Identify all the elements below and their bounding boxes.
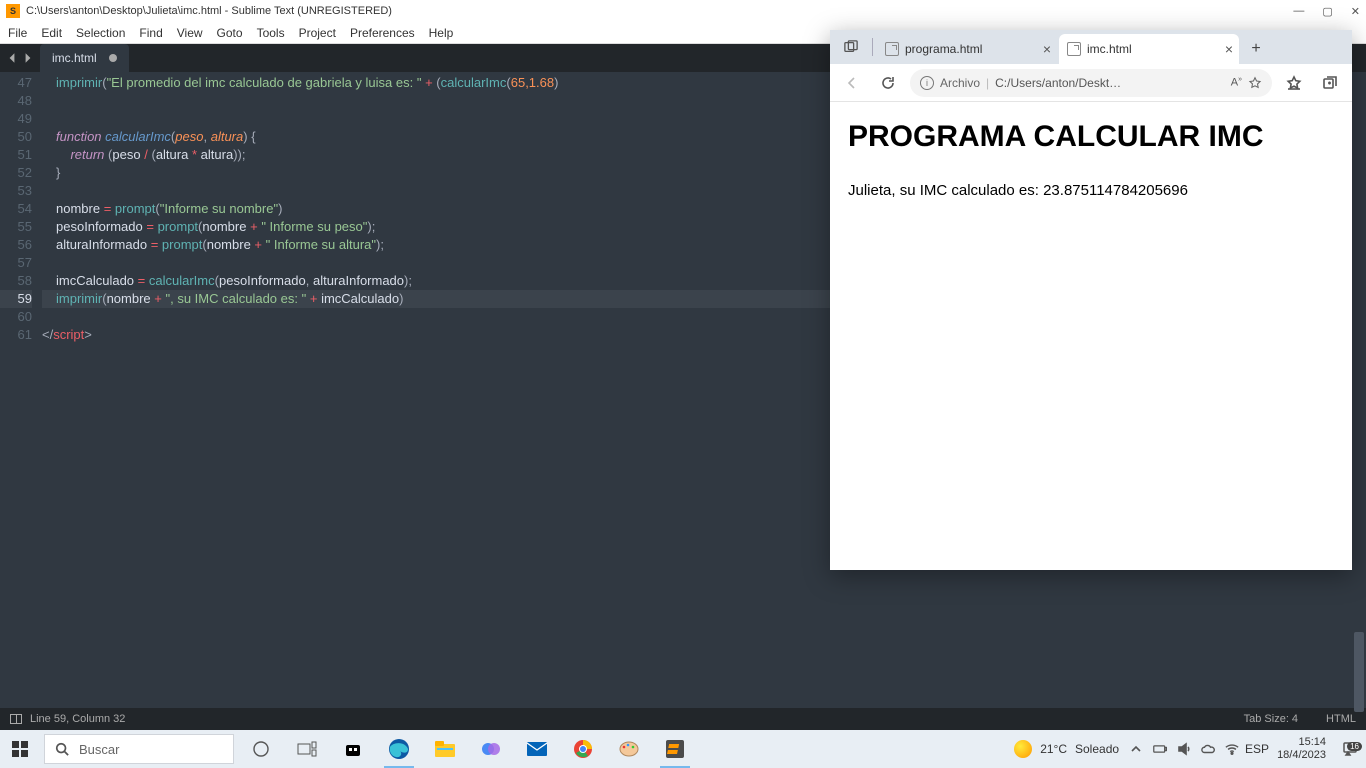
arrow-right-icon[interactable]: [22, 52, 34, 64]
favorites-button[interactable]: [1280, 69, 1308, 97]
back-button[interactable]: [838, 69, 866, 97]
system-tray: [1129, 742, 1239, 756]
tab-label: programa.html: [905, 42, 982, 56]
page-heading: PROGRAMA CALCULAR IMC: [848, 120, 1334, 154]
volume-icon[interactable]: [1177, 742, 1191, 756]
menu-file[interactable]: File: [8, 26, 27, 40]
window-controls: — ▢ ✕: [1293, 5, 1360, 18]
file-icon: [1067, 42, 1081, 56]
cortana-icon[interactable]: [238, 730, 284, 768]
menu-tools[interactable]: Tools: [257, 26, 285, 40]
language-indicator[interactable]: ESP: [1245, 742, 1269, 756]
status-line-col: Line 59, Column 32: [30, 713, 125, 725]
search-icon: [55, 742, 69, 756]
menu-goto[interactable]: Goto: [217, 26, 243, 40]
taskbar-weather[interactable]: 21°C Soleado: [1014, 740, 1119, 758]
status-syntax[interactable]: HTML: [1326, 713, 1356, 725]
editor-tab-label: imc.html: [52, 51, 97, 65]
collections-button[interactable]: [1316, 69, 1344, 97]
status-tabsize[interactable]: Tab Size: 4: [1244, 713, 1298, 725]
tab-actions-button[interactable]: [836, 32, 866, 62]
tab-nav-arrows: [0, 52, 40, 64]
clock-time: 15:14: [1277, 736, 1326, 749]
search-placeholder: Buscar: [79, 742, 119, 757]
paint-icon[interactable]: [606, 730, 652, 768]
tab-close-icon[interactable]: ×: [1043, 41, 1051, 57]
file-icon: [885, 42, 899, 56]
addr-sep: |: [986, 76, 989, 90]
editor-scrollbar[interactable]: [1352, 72, 1366, 708]
read-aloud-icon[interactable]: A»: [1231, 76, 1242, 89]
tab-label: imc.html: [1087, 42, 1132, 56]
sun-icon: [1014, 740, 1032, 758]
menu-project[interactable]: Project: [299, 26, 336, 40]
tab-close-icon[interactable]: ×: [1225, 41, 1233, 57]
chevron-up-icon[interactable]: [1129, 742, 1143, 756]
sublime-title: C:\Users\anton\Desktop\Julieta\imc.html …: [26, 5, 1293, 17]
weather-temp: 21°C: [1040, 742, 1067, 756]
scroll-thumb[interactable]: [1354, 632, 1364, 712]
address-bar[interactable]: i Archivo | C:/Users/anton/Deskt… A»: [910, 69, 1272, 97]
addr-source-badge: Archivo: [940, 76, 980, 90]
menu-preferences[interactable]: Preferences: [350, 26, 415, 40]
close-button[interactable]: ✕: [1351, 5, 1360, 18]
copilot-icon[interactable]: [468, 730, 514, 768]
menu-view[interactable]: View: [177, 26, 203, 40]
editor-tab[interactable]: imc.html: [40, 44, 129, 72]
notification-badge: 16: [1347, 742, 1362, 751]
panes-icon[interactable]: [10, 714, 22, 724]
mail-icon[interactable]: [514, 730, 560, 768]
menu-find[interactable]: Find: [139, 26, 162, 40]
sublime-titlebar: S C:\Users\anton\Desktop\Julieta\imc.htm…: [0, 0, 1366, 22]
info-icon[interactable]: i: [920, 76, 934, 90]
edge-icon[interactable]: [376, 730, 422, 768]
star-icon[interactable]: [1248, 76, 1262, 90]
line-gutter: 474849505152535455565758596061: [0, 72, 42, 708]
windows-taskbar: Buscar 21°C Soleado ESP 15:14 18/4/2023 …: [0, 730, 1366, 768]
taskview-icon[interactable]: [284, 730, 330, 768]
tab-dirty-indicator-icon: [109, 54, 117, 62]
menu-selection[interactable]: Selection: [76, 26, 125, 40]
taskbar-clock[interactable]: 15:14 18/4/2023: [1277, 736, 1326, 762]
refresh-button[interactable]: [874, 69, 902, 97]
chrome-icon[interactable]: [560, 730, 606, 768]
new-tab-button[interactable]: +: [1241, 34, 1271, 64]
browser-tab[interactable]: programa.html ×: [877, 34, 1057, 64]
browser-viewport: PROGRAMA CALCULAR IMC Julieta, su IMC ca…: [830, 102, 1352, 570]
browser-toolbar: i Archivo | C:/Users/anton/Deskt… A»: [830, 64, 1352, 102]
edge-browser-window: programa.html × imc.html × + i Archivo |…: [830, 30, 1352, 570]
clock-date: 18/4/2023: [1277, 749, 1326, 762]
sublime-statusbar: Line 59, Column 32 Tab Size: 4 HTML: [0, 708, 1366, 730]
onedrive-icon[interactable]: [1201, 742, 1215, 756]
separator: [872, 38, 873, 56]
minimize-button[interactable]: —: [1293, 5, 1304, 18]
menu-help[interactable]: Help: [429, 26, 454, 40]
browser-tabstrip: programa.html × imc.html × +: [830, 30, 1352, 64]
store-icon[interactable]: [330, 730, 376, 768]
taskbar-apps: [238, 730, 698, 768]
battery-icon[interactable]: [1153, 742, 1167, 756]
weather-desc: Soleado: [1075, 742, 1119, 756]
explorer-icon[interactable]: [422, 730, 468, 768]
browser-tab-active[interactable]: imc.html ×: [1059, 34, 1239, 64]
taskbar-search[interactable]: Buscar: [44, 734, 234, 764]
maximize-button[interactable]: ▢: [1322, 5, 1332, 18]
menu-edit[interactable]: Edit: [41, 26, 62, 40]
notifications-button[interactable]: 16: [1334, 741, 1366, 757]
page-result-text: Julieta, su IMC calculado es: 23.8751147…: [848, 182, 1334, 199]
start-button[interactable]: [0, 730, 40, 768]
wifi-icon[interactable]: [1225, 742, 1239, 756]
addr-url: C:/Users/anton/Deskt…: [995, 76, 1225, 90]
sublime-taskbar-icon[interactable]: [652, 730, 698, 768]
arrow-left-icon[interactable]: [6, 52, 18, 64]
sublime-logo-icon: S: [6, 4, 20, 18]
